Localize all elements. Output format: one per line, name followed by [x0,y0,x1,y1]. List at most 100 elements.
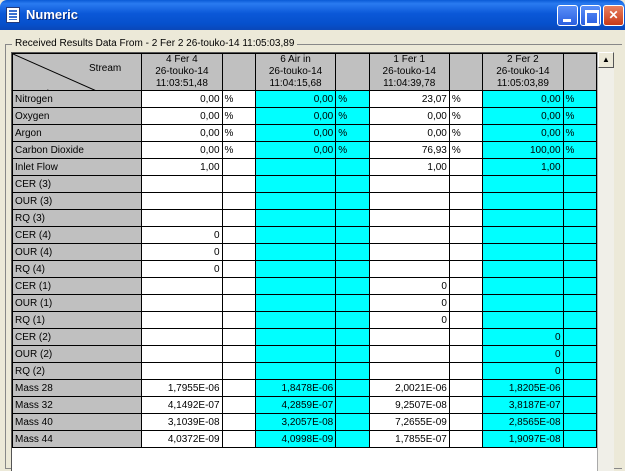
value-cell[interactable]: 1,7955E-06 [141,379,223,397]
value-cell[interactable] [254,294,337,312]
value-cell[interactable]: 9,2507E-08 [368,396,450,414]
value-cell[interactable]: 4,0998E-09 [254,430,337,448]
value-cell[interactable]: 23,07 [368,90,450,108]
value-cell[interactable]: 76,93 [368,141,450,159]
value-cell[interactable] [482,294,564,312]
column-header[interactable]: 2 Fer 2 26-touko-14 11:05:03,89 [482,53,564,91]
value-cell[interactable] [368,175,450,193]
value-cell[interactable]: 1,00 [368,158,450,176]
value-cell[interactable]: 1,9097E-08 [482,430,564,448]
value-cell[interactable] [482,209,564,227]
value-cell[interactable]: 1,7855E-07 [368,430,450,448]
row-label[interactable]: CER (3) [12,175,143,193]
value-cell[interactable] [368,243,450,261]
value-cell[interactable]: 100,00 [482,141,564,159]
value-cell[interactable] [368,362,450,380]
row-label[interactable]: RQ (4) [12,260,143,278]
title-bar[interactable]: Numeric ✕ [0,0,625,30]
value-cell[interactable]: 0,00 [141,141,223,159]
value-cell[interactable]: 4,1492E-07 [141,396,223,414]
value-cell[interactable] [254,260,337,278]
value-cell[interactable]: 1,8205E-06 [482,379,564,397]
row-label[interactable]: OUR (2) [12,345,143,363]
value-cell[interactable]: 0 [368,294,450,312]
value-cell[interactable] [482,175,564,193]
value-cell[interactable]: 4,2859E-07 [254,396,337,414]
value-cell[interactable]: 0,00 [368,107,450,125]
row-label[interactable]: Mass 28 [12,379,143,397]
results-grid[interactable]: StreamAnalyte4 Fer 426-touko-1411:03:51,… [11,52,597,471]
row-label[interactable]: RQ (2) [12,362,143,380]
value-cell[interactable]: 0 [141,226,223,244]
value-cell[interactable] [482,311,564,329]
value-cell[interactable]: 0 [482,345,564,363]
value-cell[interactable] [141,294,223,312]
row-label[interactable]: Mass 32 [12,396,143,414]
maximize-button[interactable] [580,5,601,26]
value-cell[interactable]: 0,00 [482,124,564,142]
value-cell[interactable] [368,328,450,346]
value-cell[interactable]: 0,00 [254,107,337,125]
value-cell[interactable]: 3,8187E-07 [482,396,564,414]
column-header[interactable]: 6 Air in 26-touko-14 11:04:15,68 [254,53,337,91]
value-cell[interactable] [368,226,450,244]
value-cell[interactable]: 0,00 [254,141,337,159]
value-cell[interactable]: 0,00 [254,90,337,108]
value-cell[interactable] [482,226,564,244]
row-label[interactable]: CER (1) [12,277,143,295]
value-cell[interactable] [141,192,223,210]
value-cell[interactable]: 2,8565E-08 [482,413,564,431]
value-cell[interactable] [368,192,450,210]
value-cell[interactable]: 2,0021E-06 [368,379,450,397]
value-cell[interactable] [141,277,223,295]
value-cell[interactable]: 0 [482,362,564,380]
row-label[interactable]: OUR (4) [12,243,143,261]
value-cell[interactable]: 0,00 [482,90,564,108]
value-cell[interactable]: 3,2057E-08 [254,413,337,431]
value-cell[interactable] [141,311,223,329]
value-cell[interactable]: 0 [141,260,223,278]
close-button[interactable]: ✕ [603,5,624,26]
value-cell[interactable]: 0,00 [141,124,223,142]
value-cell[interactable] [254,277,337,295]
value-cell[interactable] [254,226,337,244]
value-cell[interactable] [254,311,337,329]
value-cell[interactable] [368,209,450,227]
row-label[interactable]: RQ (3) [12,209,143,227]
value-cell[interactable] [254,192,337,210]
value-cell[interactable]: 4,0372E-09 [141,430,223,448]
row-label[interactable]: Mass 44 [12,430,143,448]
row-label[interactable]: Oxygen [12,107,143,125]
value-cell[interactable] [141,328,223,346]
value-cell[interactable]: 7,2655E-09 [368,413,450,431]
column-header[interactable]: 4 Fer 4 26-touko-14 11:03:51,48 [141,53,223,91]
value-cell[interactable]: 1,00 [141,158,223,176]
minimize-button[interactable] [557,5,578,26]
vertical-scrollbar[interactable]: ▲ [597,52,614,471]
value-cell[interactable]: 3,1039E-08 [141,413,223,431]
value-cell[interactable] [254,209,337,227]
value-cell[interactable]: 1,8478E-06 [254,379,337,397]
value-cell[interactable] [482,260,564,278]
row-label[interactable]: Inlet Flow [12,158,143,176]
value-cell[interactable] [141,209,223,227]
value-cell[interactable]: 0,00 [254,124,337,142]
value-cell[interactable] [482,192,564,210]
value-cell[interactable] [368,345,450,363]
row-label[interactable]: OUR (1) [12,294,143,312]
row-label[interactable]: Mass 40 [12,413,143,431]
value-cell[interactable] [254,158,337,176]
column-header[interactable]: 1 Fer 1 26-touko-14 11:04:39,78 [368,53,450,91]
value-cell[interactable] [254,328,337,346]
value-cell[interactable] [141,362,223,380]
row-label[interactable]: Nitrogen [12,90,143,108]
value-cell[interactable]: 0 [368,311,450,329]
value-cell[interactable]: 0,00 [482,107,564,125]
value-cell[interactable] [254,243,337,261]
row-label[interactable]: OUR (3) [12,192,143,210]
value-cell[interactable] [141,345,223,363]
row-label[interactable]: RQ (1) [12,311,143,329]
value-cell[interactable]: 0,00 [368,124,450,142]
value-cell[interactable]: 0 [482,328,564,346]
row-label[interactable]: Argon [12,124,143,142]
